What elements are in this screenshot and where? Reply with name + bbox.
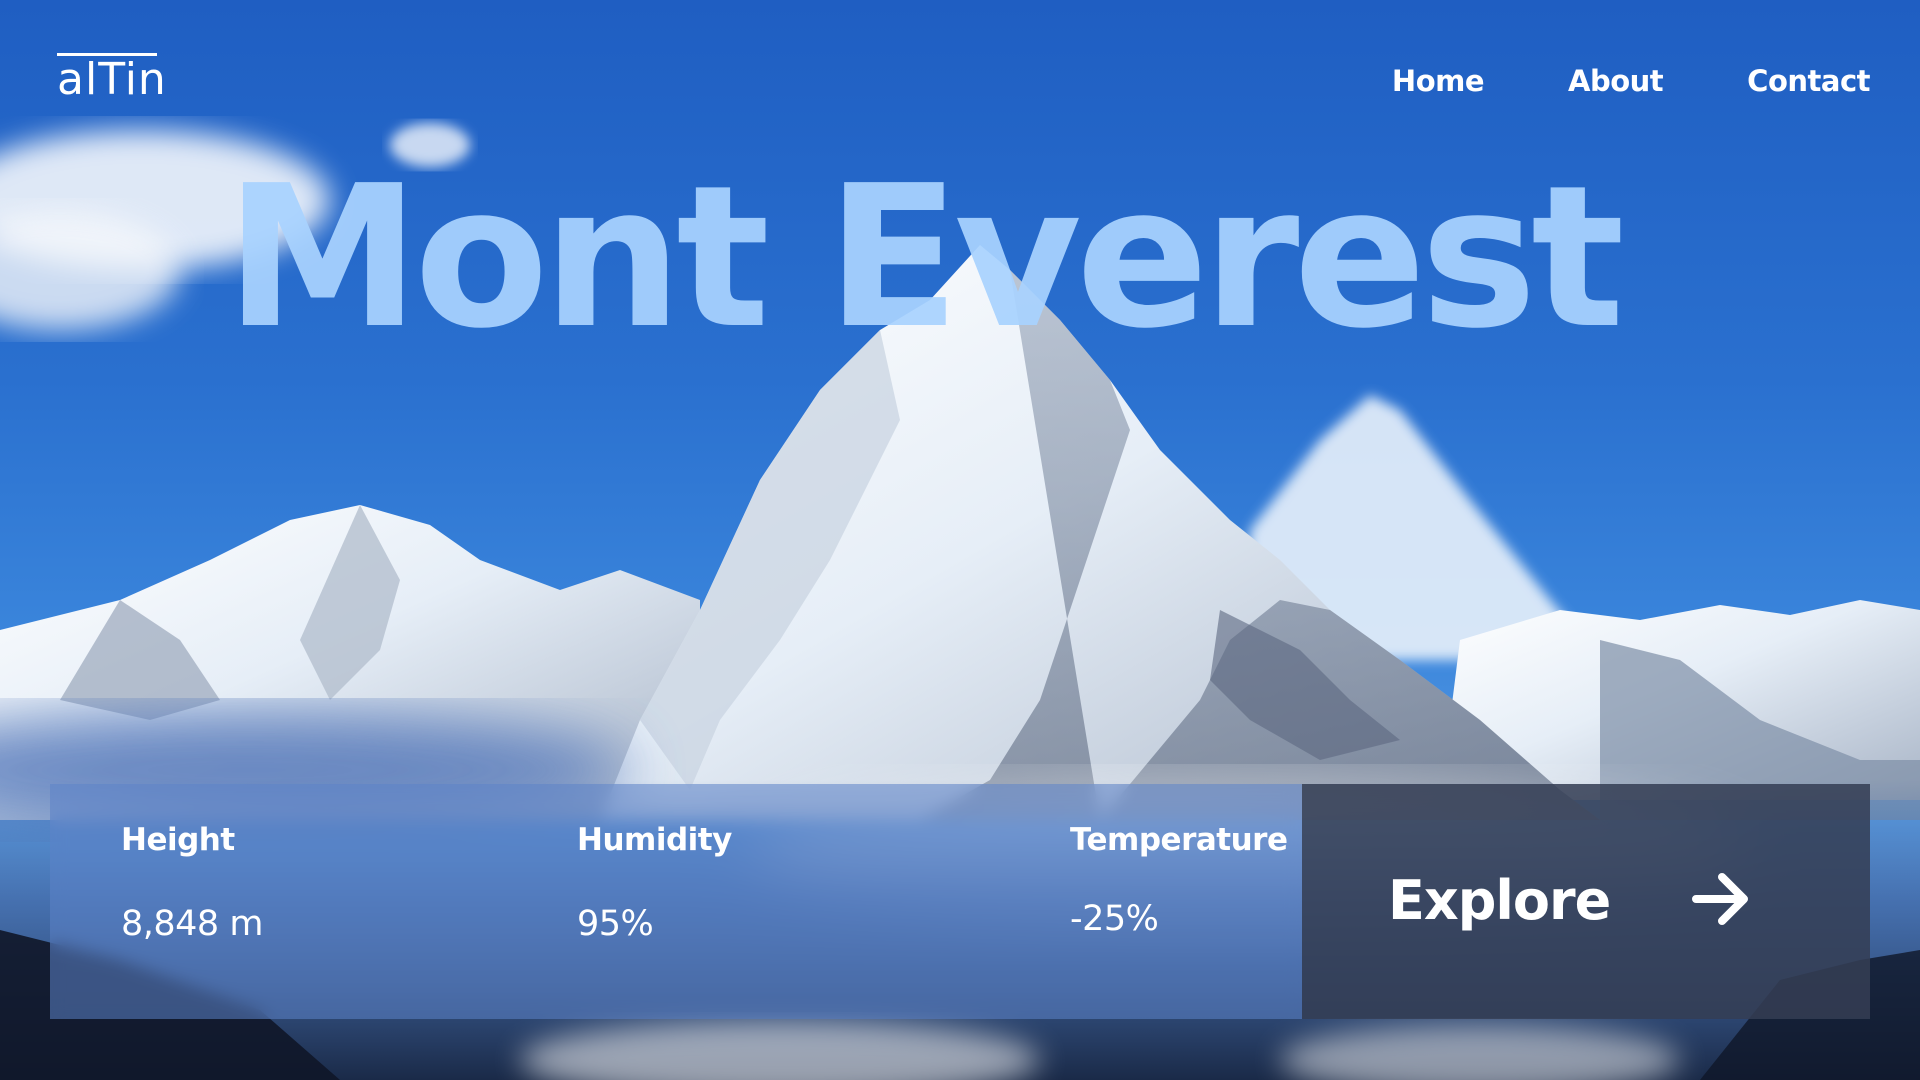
- explore-button[interactable]: Explore: [1302, 784, 1870, 1019]
- nav-contact-link[interactable]: Contact: [1747, 64, 1870, 98]
- arrow-right-icon: [1690, 868, 1752, 935]
- stats-panel: Height 8,848 m Humidity 95% Temperature …: [50, 784, 1302, 1019]
- logo-overline: [57, 53, 157, 56]
- logo-text: alTin: [57, 54, 167, 105]
- main-nav: Home About Contact: [1392, 64, 1871, 98]
- nav-home-link[interactable]: Home: [1392, 64, 1485, 98]
- brand-logo[interactable]: alTin: [57, 53, 167, 102]
- nav-about-link[interactable]: About: [1568, 64, 1664, 98]
- stat-temperature-value: -25%: [1070, 899, 1159, 939]
- hero-title: Mont Everest: [225, 144, 1625, 372]
- stat-humidity-value: 95%: [577, 904, 654, 944]
- stat-height-value: 8,848 m: [121, 904, 263, 944]
- stat-humidity-label: Humidity: [577, 822, 732, 858]
- explore-label: Explore: [1388, 869, 1611, 932]
- stat-height-label: Height: [121, 822, 235, 858]
- stat-temperature-label: Temperature: [1070, 822, 1288, 858]
